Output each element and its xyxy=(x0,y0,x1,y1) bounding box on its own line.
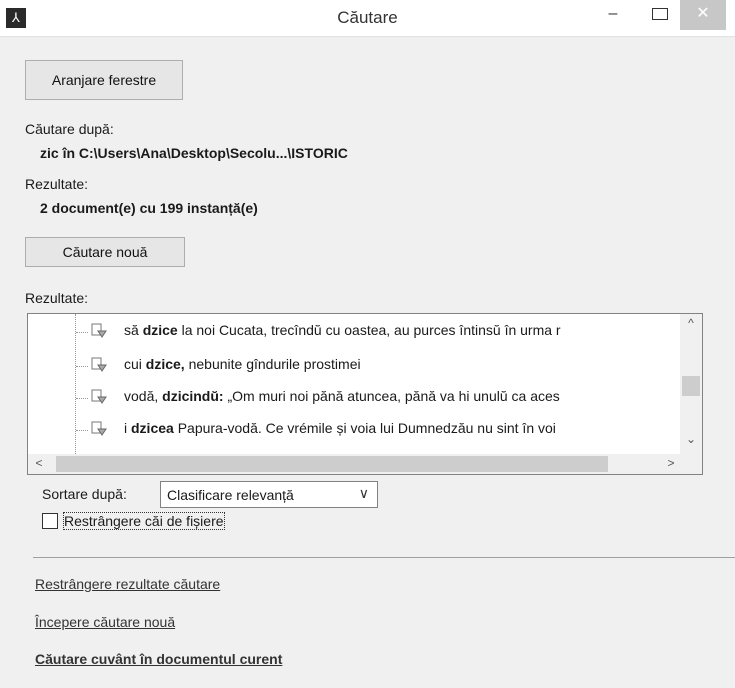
result-item[interactable]: i dzicea Papura-vodă. Ce vrémile și voia… xyxy=(28,418,682,442)
results-list-label: Rezultate: xyxy=(25,290,89,306)
search-for-label: Căutare după: xyxy=(25,121,114,137)
search-for-value: zic în C:\Users\Ana\Desktop\Secolu...\IS… xyxy=(40,145,348,161)
divider xyxy=(33,557,735,558)
search-result-icon xyxy=(91,421,107,436)
results-summary-label: Rezultate: xyxy=(25,176,89,192)
restrict-paths-checkbox[interactable] xyxy=(42,513,58,529)
sort-label: Sortare după: xyxy=(42,486,127,502)
results-summary-value: 2 document(e) cu 199 instanță(e) xyxy=(40,200,258,216)
result-item[interactable]: vodă, dzicindŭ: „Om muri noi pănă atunce… xyxy=(28,386,682,410)
search-result-icon xyxy=(91,389,107,404)
vertical-scroll-thumb[interactable] xyxy=(682,376,700,396)
search-current-doc-link[interactable]: Căutare cuvânt în documentul curent xyxy=(35,651,282,667)
maximize-icon xyxy=(652,8,668,20)
chevron-down-icon: ∨ xyxy=(358,485,369,501)
sort-select[interactable]: Clasificare relevanță ∨ xyxy=(160,481,378,508)
horizontal-scroll-thumb[interactable] xyxy=(56,456,608,472)
title-bar: ⅄ Căutare – ✕ xyxy=(0,0,735,37)
scroll-left-icon[interactable]: < xyxy=(28,456,50,470)
horizontal-scrollbar[interactable]: < > xyxy=(28,454,682,474)
scroll-down-icon[interactable]: ⌄ xyxy=(680,432,702,446)
minimize-button[interactable]: – xyxy=(592,0,634,30)
start-new-search-link[interactable]: Începere căutare nouă xyxy=(35,614,175,630)
result-item[interactable]: cui dzice, nebunite gîndurile prostimei xyxy=(28,354,682,378)
scrollbar-corner xyxy=(680,454,702,474)
results-list[interactable]: să dzice la noi Cucata, trecîndŭ cu oast… xyxy=(27,313,703,475)
restrict-results-link[interactable]: Restrângere rezultate căutare xyxy=(35,576,220,592)
restrict-paths-label[interactable]: Restrângere căi de fișiere xyxy=(63,512,225,530)
search-result-icon xyxy=(91,323,107,338)
sort-selected-value: Clasificare relevanță xyxy=(167,487,294,503)
search-result-icon xyxy=(91,357,107,372)
new-search-button[interactable]: Căutare nouă xyxy=(25,237,185,267)
vertical-scrollbar[interactable]: ^ ⌄ xyxy=(680,314,702,454)
close-button[interactable]: ✕ xyxy=(680,0,726,30)
scroll-right-icon[interactable]: > xyxy=(660,456,682,470)
result-item[interactable]: să dzice la noi Cucata, trecîndŭ cu oast… xyxy=(28,320,682,344)
maximize-button[interactable] xyxy=(639,0,681,30)
arrange-windows-button[interactable]: Aranjare ferestre xyxy=(25,60,183,100)
scroll-up-icon[interactable]: ^ xyxy=(680,316,702,330)
